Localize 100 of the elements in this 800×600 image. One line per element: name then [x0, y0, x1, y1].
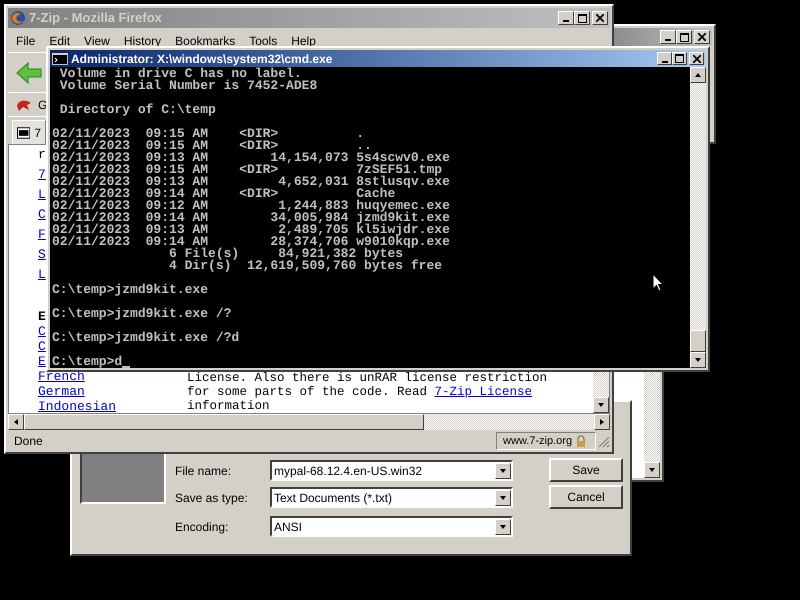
archive-icon — [17, 126, 30, 138]
console-line: 02/11/2023 09:14 AM <DIR> Cache — [52, 188, 396, 200]
minimize-button[interactable] — [660, 30, 676, 44]
text-cursor — [122, 366, 130, 368]
menu-item[interactable]: Tools — [249, 32, 278, 50]
down-arrow-icon — [499, 466, 507, 474]
right-arrow-icon — [598, 418, 606, 426]
console-line: Directory of C:\temp — [58, 104, 216, 116]
scroll-right-button[interactable] — [594, 414, 610, 430]
text-fragment: r — [38, 146, 46, 164]
language-link[interactable]: E — [38, 354, 46, 369]
minimize-button[interactable] — [657, 52, 672, 65]
console-line: 02/11/2023 09:13 AM 14,154,073 5s4scwv0.exe — [52, 152, 450, 164]
maximize-icon — [680, 32, 688, 42]
body-text: information — [187, 399, 271, 413]
maximize-button[interactable] — [574, 11, 590, 25]
down-arrow-icon — [597, 401, 605, 409]
link[interactable]: 7 — [38, 165, 46, 185]
left-arrow-icon — [12, 418, 20, 426]
link[interactable]: L — [38, 265, 46, 285]
body-text: for some parts of the code. Read 7-Zip License — [187, 385, 534, 399]
language-link[interactable]: German — [38, 384, 85, 399]
console-line: 02/11/2023 09:13 AM 4,652,031 8stlusqv.exe — [52, 176, 450, 188]
link[interactable]: F — [38, 225, 46, 245]
status-url: www.7-zip.org — [503, 434, 572, 449]
license-link[interactable]: 7-Zip License — [434, 385, 532, 399]
console-line: 02/11/2023 09:15 AM <DIR> .. — [52, 140, 372, 152]
scroll-down-button[interactable] — [690, 352, 706, 368]
browser-logo-icon — [10, 10, 26, 26]
dropdown-field[interactable]: mypal-68.12.4.en-US.win32 — [270, 460, 513, 481]
dropdown-button[interactable] — [495, 490, 511, 506]
minimize-icon — [662, 60, 668, 62]
console-line: 02/11/2023 09:13 AM 2,489,705 kl5iwjdr.exe — [52, 224, 450, 236]
language-link[interactable]: C — [38, 339, 46, 354]
menu-item[interactable]: File — [16, 32, 36, 50]
language-link[interactable]: C — [38, 324, 46, 339]
down-arrow-icon — [499, 522, 507, 530]
console-line: 4 Dir(s) 12,619,509,760 bytes free — [168, 260, 442, 272]
console-line: C:\temp>d — [52, 356, 122, 368]
scroll-left-button[interactable] — [8, 414, 24, 430]
bookmark-icon — [16, 98, 32, 112]
close-icon — [692, 54, 700, 62]
dropdown-button[interactable] — [495, 462, 511, 478]
maximize-button[interactable] — [672, 52, 687, 65]
dropdown-field[interactable]: ANSI — [270, 516, 513, 537]
dropdown-button[interactable] — [495, 518, 511, 534]
vertical-scrollbar[interactable] — [690, 67, 706, 368]
scroll-down-button[interactable] — [593, 397, 609, 413]
console-line: 02/11/2023 09:15 AM <DIR> 7zSEF51.tmp — [52, 164, 442, 176]
browser-tab[interactable]: 7 — [12, 120, 46, 144]
menu-item[interactable]: Bookmarks — [175, 32, 236, 50]
field-label: File name: — [175, 462, 232, 480]
menu-item[interactable]: View — [84, 32, 110, 50]
console-line: C:\temp>jzmd9kit.exe /? — [52, 308, 232, 320]
field-label: Encoding: — [175, 518, 230, 536]
link[interactable]: L — [38, 185, 46, 205]
link[interactable]: S — [38, 245, 46, 265]
console-line: 02/11/2023 09:14 AM 34,005,984 jzmd9kit.exe — [52, 212, 450, 224]
down-arrow-icon — [648, 466, 656, 474]
maximize-icon — [675, 54, 684, 63]
language-link[interactable]: Indonesian — [38, 399, 116, 413]
close-button[interactable] — [689, 52, 704, 65]
mouse-pointer-icon — [652, 273, 664, 292]
language-link[interactable]: French — [38, 369, 85, 384]
dialog-button[interactable]: Cancel — [549, 485, 623, 509]
section-heading: E — [38, 309, 46, 324]
scrollbar-thumb[interactable] — [24, 414, 424, 430]
resize-grip-icon[interactable] — [596, 434, 610, 448]
console-line: Volume Serial Number is 7452-ADE8 — [58, 80, 318, 92]
console-line: 02/11/2023 09:12 AM 1,244,883 huqyemec.exe — [52, 200, 450, 212]
scrollbar-thumb[interactable] — [690, 330, 706, 352]
menu-item[interactable]: Help — [291, 32, 316, 50]
console-line: 02/11/2023 09:15 AM <DIR> . — [52, 128, 364, 140]
field-label: Save as type: — [175, 490, 249, 506]
close-icon — [596, 14, 604, 22]
horizontal-scrollbar[interactable] — [8, 414, 610, 430]
menu-item[interactable]: History — [124, 32, 162, 50]
console-line: 02/11/2023 09:14 AM 28,374,706 w9010kqp.exe — [52, 236, 450, 248]
console-line: Volume in drive C has no label. — [58, 68, 302, 80]
close-button[interactable] — [694, 30, 710, 44]
close-icon — [698, 33, 706, 41]
console-line: C:\temp>jzmd9kit.exe /?d — [52, 332, 240, 344]
minimize-icon — [665, 39, 671, 41]
minimize-button[interactable] — [558, 11, 574, 25]
maximize-button[interactable] — [676, 30, 692, 44]
dialog-button[interactable]: Save — [549, 458, 623, 482]
down-arrow-icon — [694, 356, 702, 364]
menu-item[interactable]: Edit — [49, 32, 70, 50]
link[interactable]: C — [38, 205, 46, 225]
dropdown-field[interactable]: Text Documents (*.txt) — [270, 487, 513, 508]
minimize-icon — [563, 20, 569, 22]
body-text: License. Also there is unRAR license restriction — [187, 371, 548, 385]
scroll-down-button[interactable] — [644, 462, 660, 478]
up-arrow-icon — [694, 71, 702, 79]
scroll-up-button[interactable] — [690, 67, 706, 83]
close-button[interactable] — [592, 11, 608, 25]
maximize-icon — [578, 14, 586, 22]
down-arrow-icon — [499, 494, 507, 502]
back-arrow-icon[interactable] — [16, 62, 42, 84]
console-line: 6 File(s) 84,921,382 bytes — [168, 248, 404, 260]
